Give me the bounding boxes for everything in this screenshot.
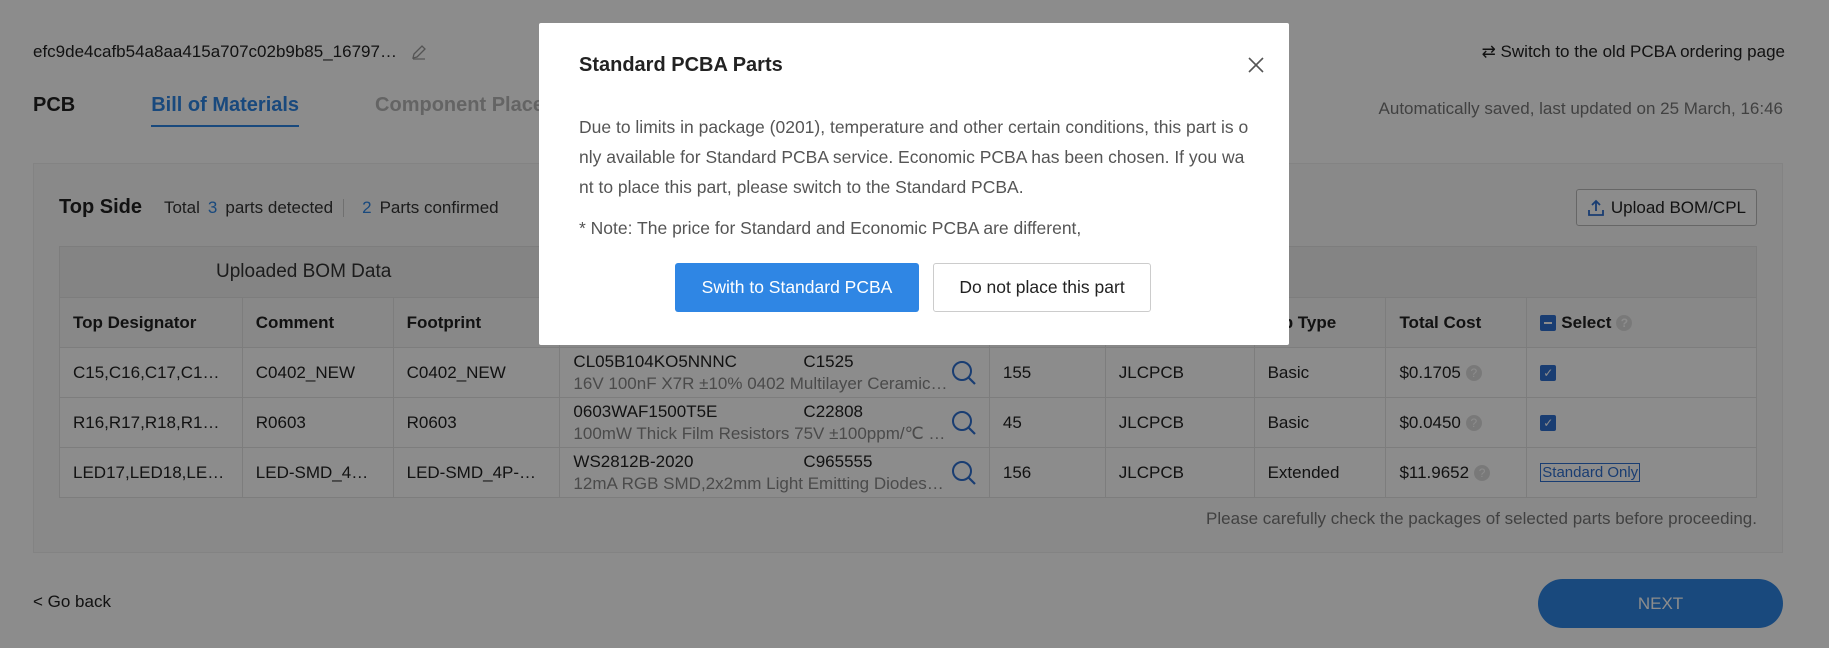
do-not-place-button[interactable]: Do not place this part — [933, 263, 1151, 312]
standard-pcba-dialog: Standard PCBA Parts Due to limits in pac… — [539, 23, 1289, 345]
close-icon[interactable] — [1247, 56, 1265, 74]
switch-standard-pcba-button[interactable]: Swith to Standard PCBA — [675, 263, 919, 312]
dialog-message: Due to limits in package (0201), tempera… — [579, 117, 1249, 197]
dialog-title: Standard PCBA Parts — [579, 54, 783, 76]
dialog-actions: Swith to Standard PCBA Do not place this… — [675, 263, 1151, 312]
dialog-note: * Note: The price for Standard and Econo… — [579, 218, 1082, 238]
